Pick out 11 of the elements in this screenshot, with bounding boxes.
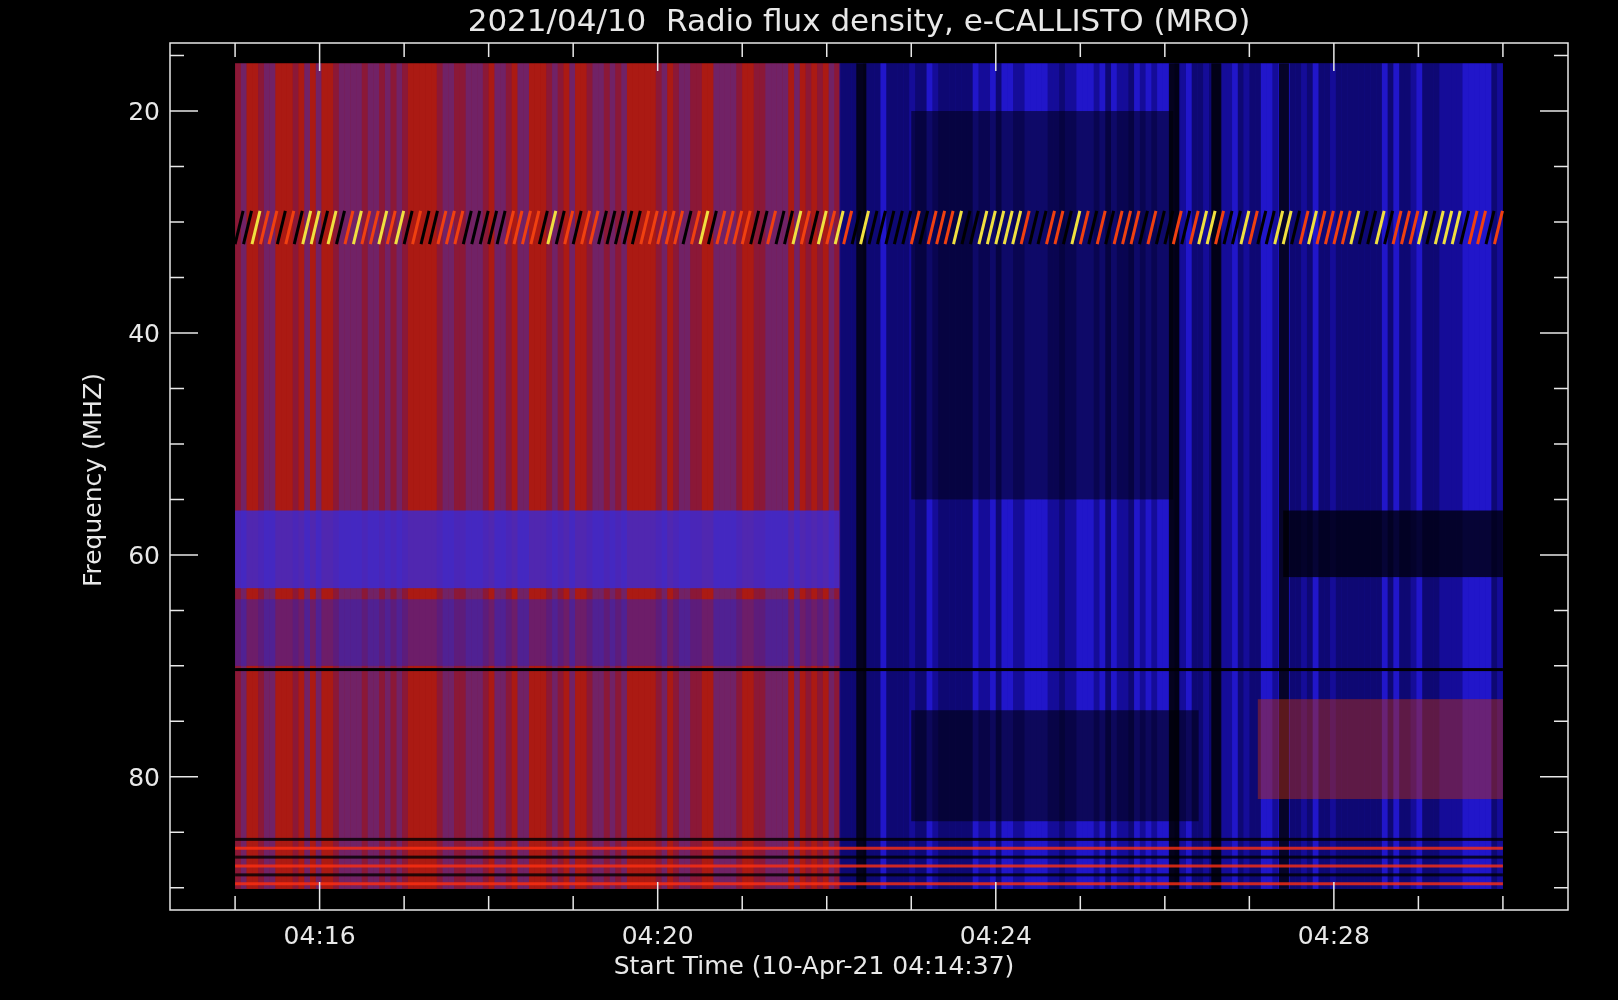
y-tick-label: 60 bbox=[128, 540, 160, 570]
y-tick-label: 40 bbox=[128, 318, 160, 348]
y-axis-label: Frequency (MHZ) bbox=[77, 372, 109, 588]
x-tick-label: 04:24 bbox=[959, 921, 1032, 950]
y-tick-label: 80 bbox=[128, 762, 160, 792]
x-tick-label: 04:20 bbox=[621, 921, 694, 950]
y-tick-label: 20 bbox=[128, 97, 160, 126]
x-axis-label: Start Time (10-Apr-21 04:14:37) bbox=[613, 953, 1015, 978]
x-tick-label: 04:16 bbox=[283, 921, 356, 950]
chart-title: 2021/04/10 Radio flux density, e-CALLISTO (MRO) bbox=[467, 4, 1251, 36]
x-tick-label: 04:28 bbox=[1297, 921, 1370, 950]
